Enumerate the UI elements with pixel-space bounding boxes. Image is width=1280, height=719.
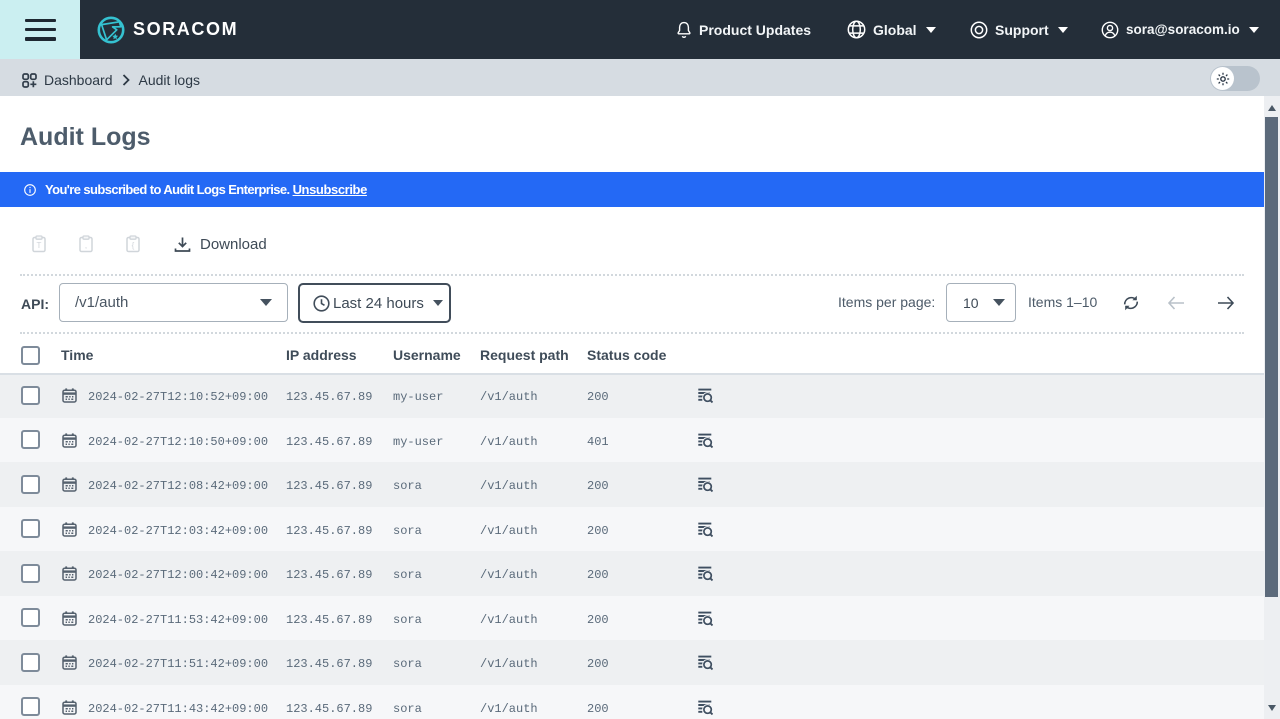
svg-text:{: {: [132, 241, 135, 250]
svg-text:,: ,: [85, 241, 87, 250]
svg-text:T: T: [37, 241, 42, 250]
